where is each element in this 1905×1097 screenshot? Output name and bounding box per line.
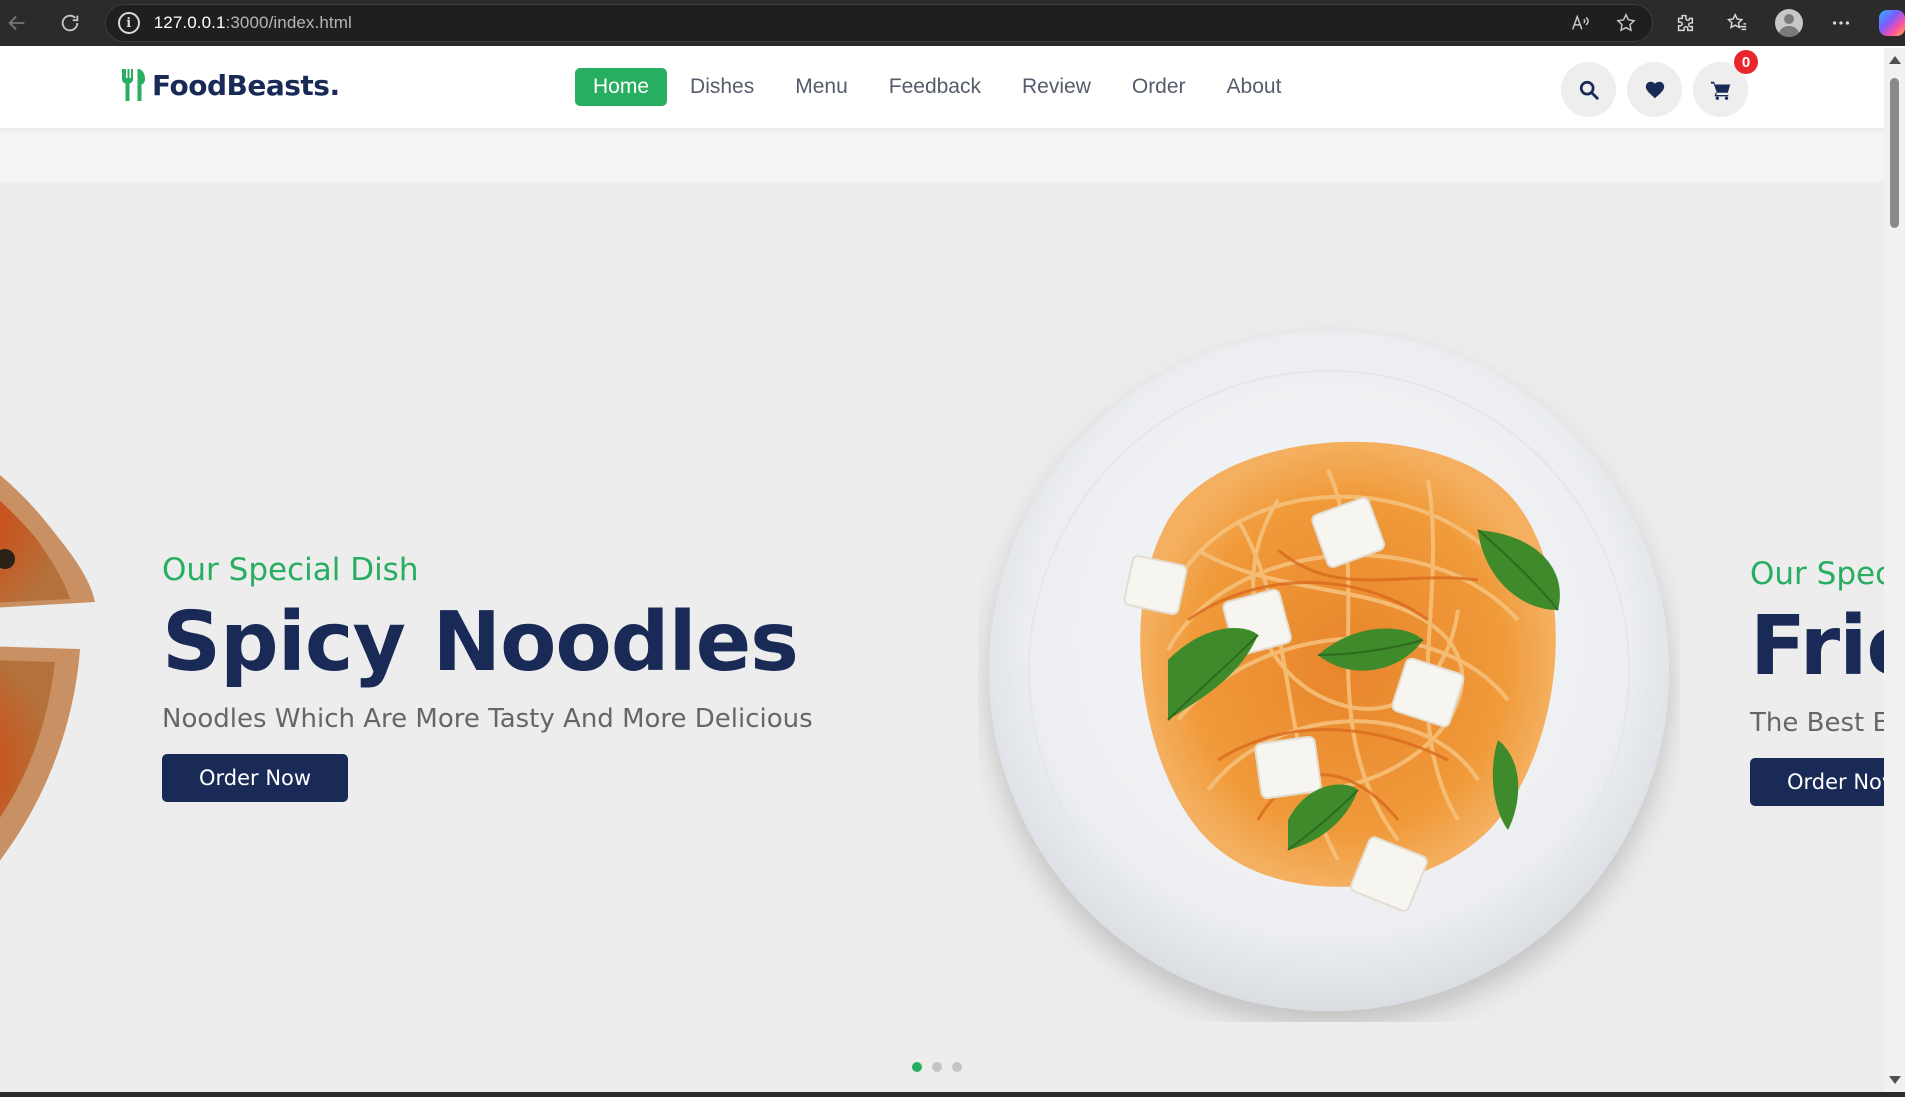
more-options-icon[interactable] <box>1827 9 1855 37</box>
nav-about[interactable]: About <box>1209 68 1300 106</box>
main-nav: Home Dishes Menu Feedback Review Order A… <box>575 68 1304 106</box>
cart-count-badge: 0 <box>1734 50 1758 74</box>
order-now-button[interactable]: Order Now <box>162 754 349 803</box>
copilot-icon[interactable] <box>1879 10 1905 36</box>
back-arrow-icon[interactable] <box>0 6 33 40</box>
nav-order[interactable]: Order <box>1114 68 1204 106</box>
slide-title: Spicy Noodles <box>162 595 799 690</box>
header-actions: 0 <box>1561 50 1758 117</box>
url-host: 127.0.0.1 <box>153 13 226 32</box>
cart-button[interactable]: 0 <box>1693 50 1758 117</box>
site-info-icon[interactable]: i <box>117 12 140 34</box>
logo[interactable]: FoodBeasts. <box>122 68 340 102</box>
window-bottom-border <box>0 1092 1905 1097</box>
scroll-thumb[interactable] <box>1890 78 1899 228</box>
slider-dot-2[interactable] <box>932 1062 942 1072</box>
next-slide-description: The Best E <box>1750 708 1884 739</box>
nav-dishes[interactable]: Dishes <box>672 68 772 106</box>
slide-subtitle: Our Special Dish <box>162 552 419 588</box>
read-aloud-icon[interactable] <box>1568 11 1592 35</box>
wishlist-button[interactable] <box>1627 62 1682 117</box>
search-button[interactable] <box>1561 62 1616 117</box>
slider-pagination <box>912 1062 962 1072</box>
nav-feedback[interactable]: Feedback <box>871 68 999 106</box>
cart-icon <box>1710 81 1730 100</box>
vertical-scrollbar[interactable] <box>1884 48 1905 1092</box>
extensions-icon[interactable] <box>1671 9 1699 37</box>
profile-avatar[interactable] <box>1775 9 1804 37</box>
pizza-image <box>0 475 95 861</box>
address-bar[interactable]: i 127.0.0.1:3000/index.html <box>104 4 1654 42</box>
nav-review[interactable]: Review <box>1004 68 1109 106</box>
next-order-now-button[interactable]: Order Nov <box>1750 758 1884 807</box>
slider-dot-3[interactable] <box>952 1062 962 1072</box>
site-header: FoodBeasts. Home Dishes Menu Feedback Re… <box>0 48 1884 128</box>
url-path: :3000/index.html <box>225 13 352 32</box>
logo-text: FoodBeasts. <box>152 68 340 102</box>
scroll-down-arrow-icon[interactable] <box>1889 1076 1901 1084</box>
nav-home[interactable]: Home <box>575 68 668 106</box>
favorites-icon[interactable] <box>1723 9 1751 37</box>
browser-toolbar: i 127.0.0.1:3000/index.html <box>0 0 1905 46</box>
page-viewport: FoodBeasts. Home Dishes Menu Feedback Re… <box>0 48 1884 1092</box>
slide-description: Noodles Which Are More Tasty And More De… <box>162 704 813 735</box>
next-slide-subtitle: Our Spec <box>1750 556 1884 592</box>
url-text[interactable]: 127.0.0.1:3000/index.html <box>154 13 352 33</box>
next-slide-title: Frie <box>1750 599 1884 694</box>
search-icon <box>1579 80 1599 100</box>
refresh-icon[interactable] <box>53 6 86 40</box>
favorite-star-icon[interactable] <box>1614 11 1638 35</box>
slide-content: Our Special Dish Spicy Noodles Noodles W… <box>162 552 813 803</box>
heart-icon <box>1645 81 1664 98</box>
utensils-icon <box>122 68 150 102</box>
scroll-up-arrow-icon[interactable] <box>1889 56 1901 64</box>
slider-dot-1[interactable] <box>912 1062 922 1072</box>
spaghetti-plate-image <box>989 331 1669 1011</box>
nav-menu[interactable]: Menu <box>777 68 866 106</box>
home-slider: Our Special Dish Spicy Noodles Noodles W… <box>0 182 1884 1092</box>
next-slide-content: Our Spec Frie The Best E Order Nov <box>1750 556 1884 807</box>
